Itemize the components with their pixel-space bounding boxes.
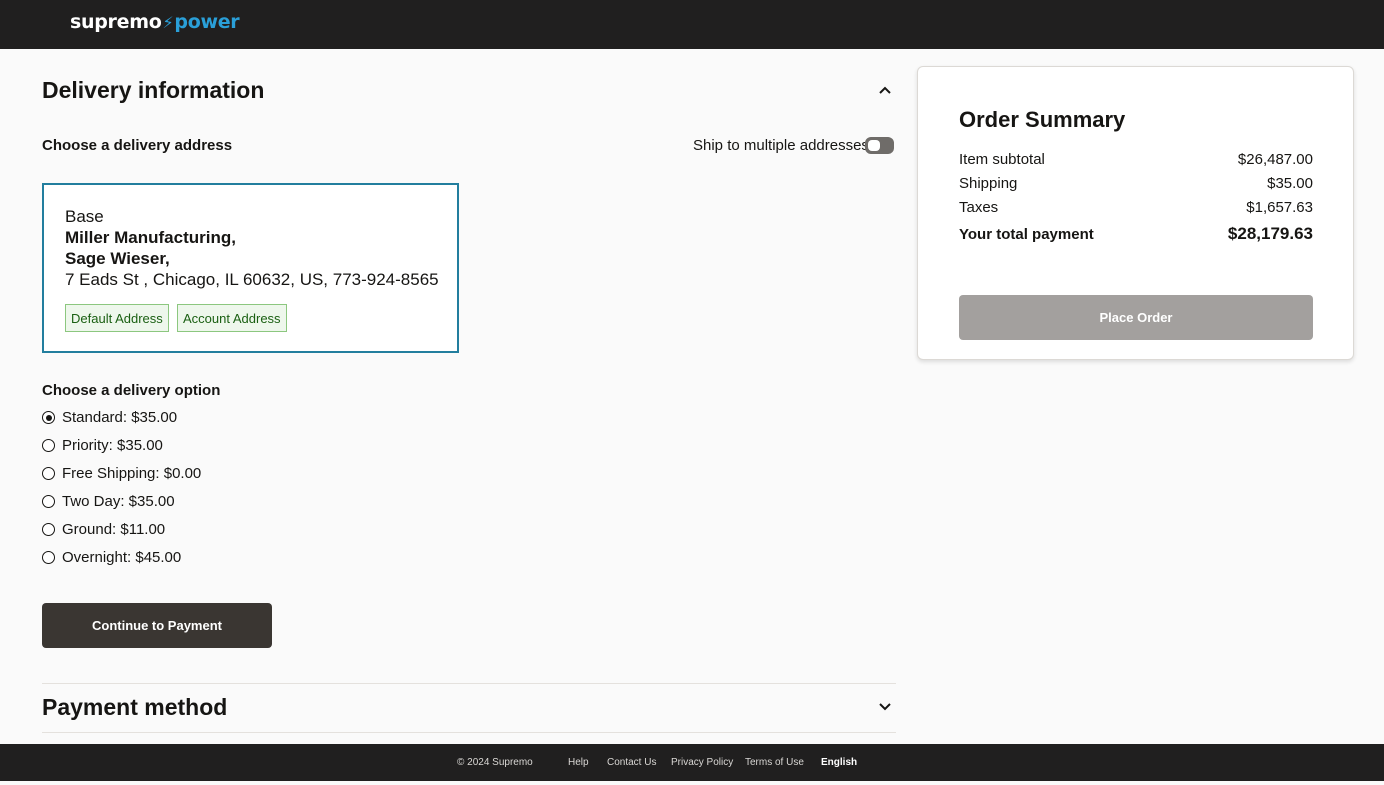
order-summary-title: Order Summary [959,107,1126,132]
radio-unchecked-icon[interactable] [42,551,55,564]
footer-link-terms-of-use[interactable]: Terms of Use [745,757,804,768]
summary-row-taxes: Taxes $1,657.63 [959,199,1313,216]
delivery-option-two-day[interactable]: Two Day: $35.00 [42,493,175,510]
address-company: Miller Manufacturing, [65,228,236,247]
summary-row-value: $26,487.00 [1237,151,1313,168]
logo-text-right: power [174,11,240,33]
footer-copyright: © 2024 Supremo [457,757,533,768]
chevron-down-icon[interactable] [874,696,896,718]
delivery-option-label-text: Priority: $35.00 [62,437,163,454]
radio-unchecked-icon[interactable] [42,467,55,480]
summary-row-shipping: Shipping $35.00 [959,175,1313,192]
footer-link-help[interactable]: Help [568,757,589,768]
bolt-icon: ⚡ [162,12,174,32]
summary-row-subtotal: Item subtotal $26,487.00 [959,151,1313,168]
delivery-option-label-text: Two Day: $35.00 [62,493,175,510]
summary-row-label: Item subtotal [959,151,1045,168]
total-payment-label: Your total payment [959,226,1094,243]
summary-row-value: $35.00 [1267,175,1313,192]
ship-multiple-label: Ship to multiple addresses [693,137,869,154]
footer-link-privacy-policy[interactable]: Privacy Policy [671,757,733,768]
section-divider [42,683,896,684]
footer-language-selector[interactable]: English [821,757,857,768]
default-address-tag: Default Address [65,304,169,332]
delivery-option-overnight[interactable]: Overnight: $45.00 [42,549,181,566]
radio-unchecked-icon[interactable] [42,523,55,536]
ship-multiple-toggle[interactable] [865,137,894,154]
delivery-option-label-text: Standard: $35.00 [62,409,178,426]
address-line: 7 Eads St , Chicago, IL 60632, US, 773-9… [65,270,439,289]
top-header: supremo ⚡ power [0,0,1384,49]
delivery-option-standard[interactable]: Standard: $35.00 [42,409,177,426]
delivery-option-free-shipping[interactable]: Free Shipping: $0.00 [42,465,201,482]
chevron-up-icon[interactable] [874,79,896,101]
delivery-option-label: Choose a delivery option [42,382,221,399]
delivery-option-label-text: Overnight: $45.00 [62,549,182,566]
footer: © 2024 Supremo Help Contact Us Privacy P… [0,744,1384,781]
section-divider [42,732,896,733]
address-name: Base [65,207,104,226]
radio-checked-icon[interactable] [42,411,55,424]
summary-row-total: Your total payment $28,179.63 [959,224,1313,244]
footer-link-contact-us[interactable]: Contact Us [607,757,656,768]
summary-row-label: Taxes [959,199,999,216]
summary-row-value: $1,657.63 [1246,199,1313,216]
address-card[interactable]: Base Miller Manufacturing, Sage Wieser, … [42,183,459,353]
continue-to-payment-button[interactable]: Continue to Payment [42,603,272,648]
delivery-option-label-text: Ground: $11.00 [62,521,166,538]
delivery-address-label: Choose a delivery address [42,137,233,154]
summary-row-label: Shipping [959,175,1018,192]
total-payment-value: $28,179.63 [1227,224,1313,243]
account-address-tag: Account Address [177,304,287,332]
delivery-option-priority[interactable]: Priority: $35.00 [42,437,163,454]
delivery-title: Delivery information [42,77,265,103]
payment-method-title[interactable]: Payment method [42,694,227,721]
supremo-power-logo[interactable]: supremo ⚡ power [70,11,240,33]
toggle-knob [868,140,880,151]
delivery-option-label-text: Free Shipping: $0.00 [62,465,202,482]
radio-unchecked-icon[interactable] [42,439,55,452]
place-order-button[interactable]: Place Order [959,295,1313,340]
order-summary-panel: Order Summary Item subtotal $26,487.00 S… [917,66,1354,360]
delivery-option-ground[interactable]: Ground: $11.00 [42,521,165,538]
logo-text-left: supremo [70,11,162,33]
radio-unchecked-icon[interactable] [42,495,55,508]
address-contact: Sage Wieser, [65,249,170,268]
